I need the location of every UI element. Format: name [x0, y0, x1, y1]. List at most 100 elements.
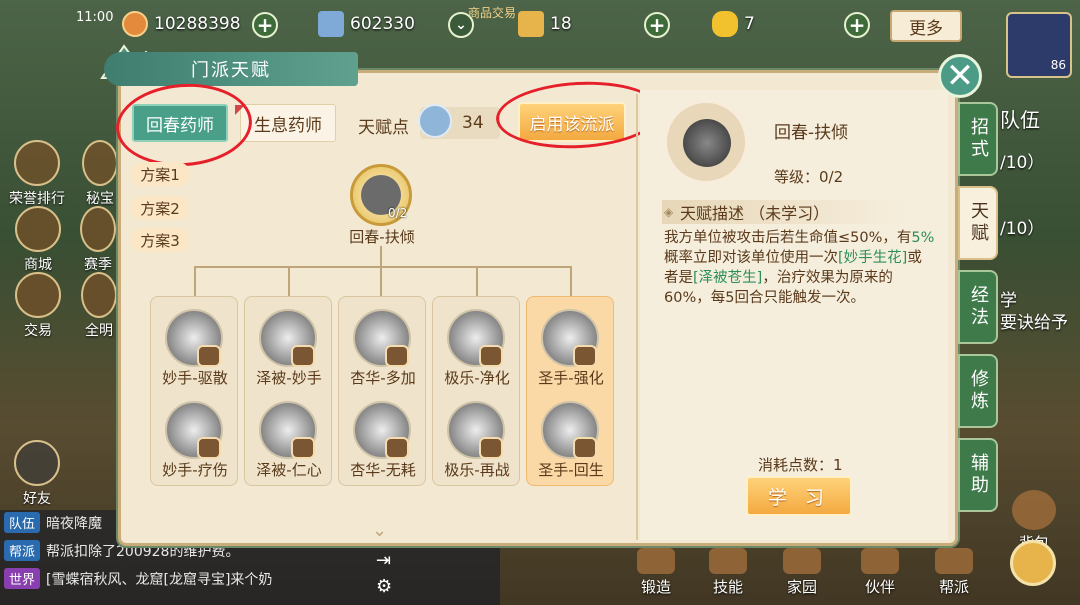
yaojue-text: 要诀给予 — [1000, 313, 1068, 333]
detail-talent-icon — [664, 100, 748, 184]
skills-button[interactable]: 技能 — [698, 548, 758, 597]
learn-button[interactable]: 学 习 — [746, 476, 852, 516]
quanming-icon — [81, 272, 117, 318]
gold-resource: 7 — [712, 10, 755, 38]
gold-value: 7 — [744, 14, 755, 34]
lock-icon — [291, 437, 315, 459]
treasure-icon — [82, 140, 118, 186]
talent-label: 杏华-多加 — [350, 369, 416, 387]
tab-fuzhu[interactable]: 辅助 — [958, 438, 998, 512]
talent-label: 妙手-驱散 — [162, 369, 228, 387]
book-icon — [14, 140, 60, 186]
plan-2[interactable]: 方案2 — [130, 196, 190, 220]
count-text: /10） — [1000, 219, 1045, 239]
exit-icon[interactable]: ⇥ — [376, 550, 398, 572]
home-icon — [783, 548, 821, 574]
ticket-value: 18 — [550, 14, 572, 34]
forge-button[interactable]: 锻造 — [626, 548, 686, 597]
talent-crystal-icon — [418, 104, 452, 138]
gold-ingot-icon — [712, 11, 738, 37]
talent-label: 极乐-净化 — [444, 369, 510, 387]
partner-icon — [861, 548, 899, 574]
tab-jingfa[interactable]: 经法 — [958, 270, 998, 344]
divider — [636, 94, 638, 540]
talent-label: 极乐-再战 — [444, 461, 510, 479]
copper-coin-icon — [122, 11, 148, 37]
talent-column: 妙手-驱散 妙手-疗伤 — [150, 296, 238, 486]
tab-shengxi[interactable]: 生息药师 — [235, 104, 336, 142]
market-label[interactable]: 商品交易 — [468, 4, 516, 21]
chat-line: 队伍 暗夜降魔 — [4, 512, 102, 533]
bag-icon — [1012, 490, 1056, 530]
team-label[interactable]: 队伍 — [1000, 104, 1040, 133]
count-text: /10） — [1000, 153, 1045, 173]
copper-value: 10288398 — [154, 14, 241, 34]
secret-treasure-button[interactable]: 秘宝 — [80, 140, 120, 208]
lock-icon — [573, 345, 597, 367]
talent-label: 圣手-回生 — [538, 461, 604, 479]
quanming-button[interactable]: 全明 — [78, 272, 120, 340]
lock-icon — [385, 437, 409, 459]
lock-icon — [291, 345, 315, 367]
player-level: 86 — [1050, 58, 1066, 72]
detail-name: 回春-扶倾 — [774, 123, 849, 143]
home-button[interactable]: 家园 — [772, 548, 832, 597]
tab-zhaoshi[interactable]: 招式 — [958, 102, 998, 176]
trade-button[interactable]: 交易 — [10, 272, 66, 340]
talent-label: 圣手-强化 — [538, 369, 604, 387]
gear-icon[interactable]: ⚙ — [376, 576, 398, 598]
lock-icon — [197, 437, 221, 459]
lock-icon — [479, 345, 503, 367]
guild-button[interactable]: 帮派 — [924, 548, 984, 597]
scroll-down-icon[interactable]: ⌄ — [372, 520, 387, 541]
cost-label: 消耗点数：1 — [758, 456, 843, 474]
talent-column: 极乐-净化 极乐-再战 — [432, 296, 520, 486]
tab-xiulian[interactable]: 修炼 — [958, 354, 998, 428]
gold-add-button[interactable]: + — [844, 12, 870, 38]
copper-add-button[interactable]: + — [252, 12, 278, 38]
talent-label: 泽被-仁心 — [256, 461, 322, 479]
silver-resource: 602330 — [318, 10, 415, 38]
partner-button[interactable]: 伙伴 — [850, 548, 910, 597]
lock-icon — [197, 345, 221, 367]
skills-icon — [709, 548, 747, 574]
ticket-add-button[interactable]: + — [644, 12, 670, 38]
lock-icon — [385, 345, 409, 367]
panel-title: 门派天赋 — [104, 52, 358, 86]
abacus-icon — [15, 272, 61, 318]
silver-scroll-icon — [318, 11, 344, 37]
talent-label: 妙手-疗伤 — [162, 461, 228, 479]
copper-resource: 10288398 — [122, 10, 241, 38]
talent-column: 泽被-妙手 泽被-仁心 — [244, 296, 332, 486]
talent-label: 泽被-妙手 — [256, 369, 322, 387]
lock-icon — [573, 437, 597, 459]
yin-yang-icon[interactable] — [1010, 540, 1056, 586]
player-portrait[interactable]: 86 — [1006, 12, 1072, 78]
silver-value: 602330 — [350, 14, 415, 34]
description-text: 我方单位被攻击后若生命值≤50%，有5%概率立即对该单位使用一次[妙手生花]或者… — [664, 230, 935, 306]
ticket-icon — [518, 11, 544, 37]
top-node-count: 0/2 — [388, 206, 408, 220]
forge-icon — [637, 548, 675, 574]
friends-button[interactable]: 好友 — [12, 440, 62, 508]
more-button[interactable]: 更多 — [890, 10, 962, 42]
friends-icon — [14, 440, 60, 486]
lock-icon — [479, 437, 503, 459]
talent-column: 圣手-强化 圣手-回生 — [526, 296, 614, 486]
guild-icon — [935, 548, 973, 574]
shop-button[interactable]: 商城 — [10, 206, 66, 274]
talent-column: 杏华-多加 杏华-无耗 — [338, 296, 426, 486]
honor-ranking-button[interactable]: 荣誉排行 — [4, 140, 70, 208]
plan-1[interactable]: 方案1 — [130, 162, 190, 186]
tab-tianfu[interactable]: 天赋 — [958, 186, 998, 260]
ticket-resource: 18 — [518, 10, 572, 38]
season-button[interactable]: 赛季 — [76, 206, 120, 274]
shop-icon — [15, 206, 61, 252]
clock: 11:00 — [76, 10, 114, 25]
talent-points-value: 34 — [462, 113, 484, 133]
talent-tree-lines — [150, 240, 610, 300]
detail-level: 等级：0/2 — [774, 168, 844, 186]
description-header: 天赋描述 （未学习） — [662, 200, 912, 224]
talent-label: 杏华-无耗 — [350, 461, 416, 479]
talent-points-label: 天赋点 — [358, 118, 409, 138]
